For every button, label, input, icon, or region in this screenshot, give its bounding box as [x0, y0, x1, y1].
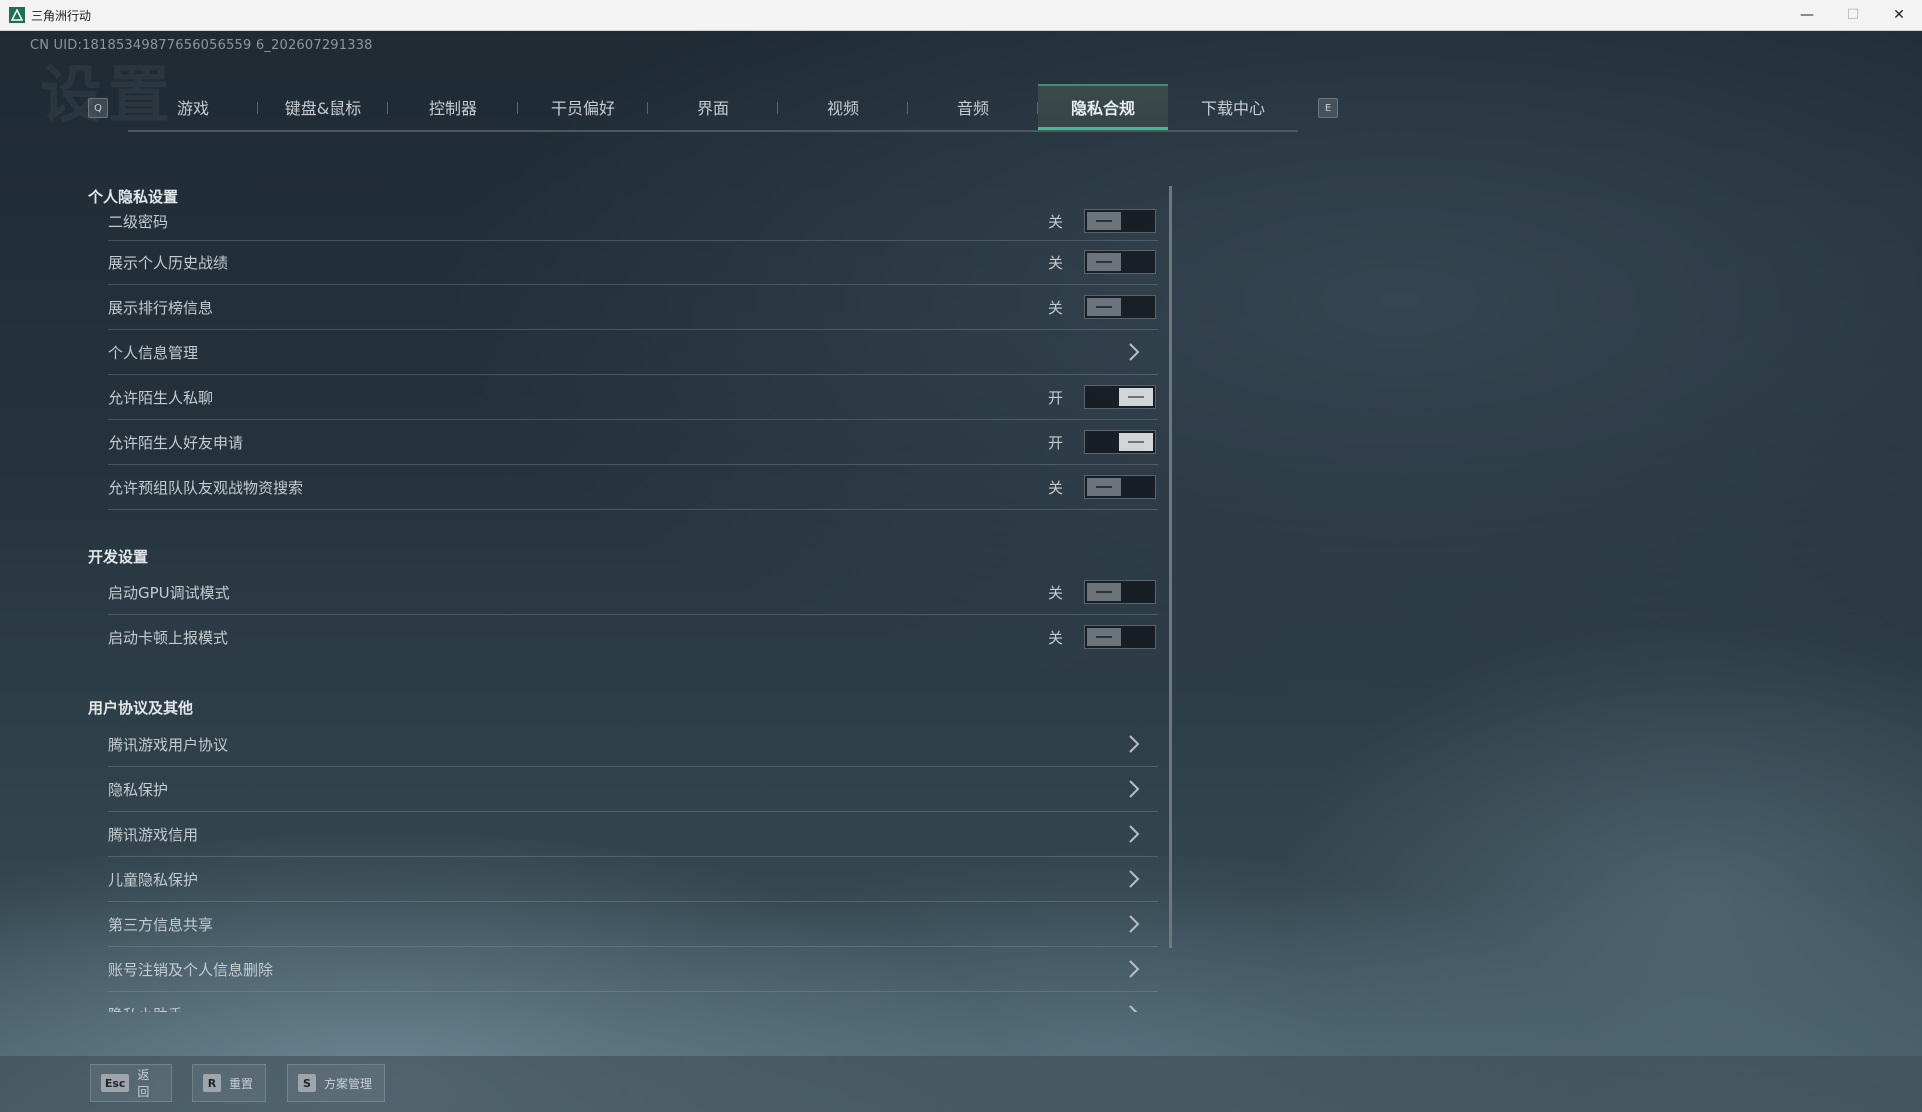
toggle-knob [1119, 433, 1153, 451]
tab-operator-preferences[interactable]: 干员偏好 [518, 84, 648, 130]
setting-row-allow-stranger-friend-request[interactable]: 允许陌生人好友申请 开 [108, 420, 1158, 465]
toggle-state-text: 关 [1047, 478, 1063, 497]
toggle-switch[interactable] [1084, 250, 1156, 274]
setting-row-show-leaderboard[interactable]: 展示排行榜信息 关 [108, 285, 1158, 330]
tab-privacy-compliance[interactable]: 隐私合规 [1038, 84, 1168, 130]
setting-row-gpu-debug-mode[interactable]: 启动GPU调试模式 关 [108, 570, 1158, 615]
setting-row-stutter-report-mode[interactable]: 启动卡顿上报模式 关 [108, 615, 1158, 659]
close-button[interactable]: ✕ [1876, 0, 1922, 30]
s-key-icon: S [298, 1074, 316, 1092]
toggle-switch[interactable] [1084, 625, 1156, 649]
toggle-state-text: 开 [1047, 388, 1063, 407]
setting-row-allow-squad-spectate-search[interactable]: 允许预组队队友观战物资搜索 关 [108, 465, 1158, 510]
preset-management-label: 方案管理 [324, 1076, 373, 1091]
bottom-action-bar: Esc 返回 R 重置 S 方案管理 [0, 1056, 1922, 1112]
toggle-knob [1119, 388, 1153, 406]
window-titlebar: 三角洲行动 — ☐ ✕ [0, 0, 1922, 31]
row-label: 展示个人历史战绩 [108, 253, 229, 272]
toggle-knob [1087, 478, 1121, 496]
row-label: 腾讯游戏用户协议 [108, 735, 229, 754]
row-label: 个人信息管理 [108, 343, 199, 362]
row-label: 允许陌生人好友申请 [108, 433, 244, 452]
toggle-state-text: 关 [1047, 212, 1063, 231]
toggle-state-text: 开 [1047, 433, 1063, 452]
panel-scrollbar[interactable] [1169, 186, 1172, 948]
uid-label: CN UID:18185349877656056559 6_2026072913… [30, 38, 373, 53]
tab-interface[interactable]: 界面 [648, 84, 778, 130]
toggle-switch[interactable] [1084, 385, 1156, 409]
chevron-right-icon [1126, 778, 1142, 800]
chevron-right-icon [1126, 733, 1142, 755]
toggle-knob [1087, 583, 1121, 601]
row-label: 启动卡顿上报模式 [108, 628, 229, 647]
reset-button[interactable]: R 重置 [192, 1064, 266, 1102]
chevron-right-icon [1126, 1003, 1142, 1012]
toggle-switch[interactable] [1084, 209, 1156, 233]
maximize-button[interactable]: ☐ [1830, 0, 1876, 30]
toggle-state-text: 关 [1047, 628, 1063, 647]
tab-video[interactable]: 视频 [778, 84, 908, 130]
row-label: 隐私小助手 [108, 1004, 183, 1013]
toggle-state-text: 关 [1047, 298, 1063, 317]
setting-row-allow-stranger-chat[interactable]: 允许陌生人私聊 开 [108, 375, 1158, 420]
window-title: 三角洲行动 [31, 8, 92, 23]
toggle-switch[interactable] [1084, 580, 1156, 604]
link-row-privacy-assistant[interactable]: 隐私小助手 [108, 992, 1158, 1012]
row-label: 二级密码 [108, 212, 169, 231]
prev-tab-key-hint[interactable]: Q [88, 98, 108, 118]
toggle-state-text: 关 [1047, 583, 1063, 602]
app-logo-icon [9, 7, 25, 23]
row-label: 儿童隐私保护 [108, 870, 199, 889]
tab-controller[interactable]: 控制器 [388, 84, 518, 130]
link-row-third-party-sharing[interactable]: 第三方信息共享 [108, 902, 1158, 947]
link-row-account-deletion[interactable]: 账号注销及个人信息删除 [108, 947, 1158, 992]
row-label: 账号注销及个人信息删除 [108, 960, 274, 979]
reset-label: 重置 [229, 1076, 254, 1091]
privacy-settings-panel: 个人隐私设置 二级密码 关 展示个人历史战绩 关 展示排行榜信息 关 个人信息管… [88, 182, 1160, 1012]
toggle-switch[interactable] [1084, 475, 1156, 499]
toggle-switch[interactable] [1084, 295, 1156, 319]
tab-audio[interactable]: 音频 [908, 84, 1038, 130]
back-label: 返回 [137, 1068, 150, 1099]
setting-row-secondary-password[interactable]: 二级密码 关 [108, 202, 1158, 241]
row-label: 展示排行榜信息 [108, 298, 214, 317]
settings-tabbar: Q 游戏 键盘&鼠标 控制器 干员偏好 界面 视频 音频 隐私合规 下载中心 E [82, 84, 1342, 132]
row-label: 腾讯游戏信用 [108, 825, 199, 844]
chevron-right-icon [1126, 958, 1142, 980]
tab-download-center[interactable]: 下载中心 [1168, 84, 1298, 130]
toggle-knob [1087, 253, 1121, 271]
row-label: 隐私保护 [108, 780, 169, 799]
chevron-right-icon [1126, 868, 1142, 890]
tab-list: 游戏 键盘&鼠标 控制器 干员偏好 界面 视频 音频 隐私合规 下载中心 [128, 84, 1298, 132]
toggle-knob [1087, 298, 1121, 316]
tab-game[interactable]: 游戏 [128, 84, 258, 130]
preset-management-button[interactable]: S 方案管理 [287, 1064, 385, 1102]
next-tab-key-hint[interactable]: E [1318, 98, 1338, 118]
link-row-user-agreement[interactable]: 腾讯游戏用户协议 [108, 722, 1158, 767]
row-label: 允许陌生人私聊 [108, 388, 214, 407]
link-row-privacy-protection[interactable]: 隐私保护 [108, 767, 1158, 812]
minimize-button[interactable]: — [1784, 0, 1830, 30]
toggle-switch[interactable] [1084, 430, 1156, 454]
section-title-dev-settings: 开发设置 [88, 548, 149, 566]
row-label: 第三方信息共享 [108, 915, 214, 934]
chevron-right-icon [1126, 823, 1142, 845]
toggle-knob [1087, 212, 1121, 230]
toggle-knob [1087, 628, 1121, 646]
chevron-right-icon [1126, 341, 1142, 363]
esc-key-icon: Esc [101, 1074, 130, 1092]
link-row-game-credit[interactable]: 腾讯游戏信用 [108, 812, 1158, 857]
tab-keyboard-mouse[interactable]: 键盘&鼠标 [258, 84, 388, 130]
toggle-state-text: 关 [1047, 253, 1063, 272]
setting-row-show-history[interactable]: 展示个人历史战绩 关 [108, 240, 1158, 285]
link-row-child-privacy[interactable]: 儿童隐私保护 [108, 857, 1158, 902]
back-button[interactable]: Esc 返回 [90, 1064, 172, 1102]
row-label: 启动GPU调试模式 [108, 583, 230, 602]
row-label: 允许预组队队友观战物资搜索 [108, 478, 304, 497]
section-title-agreements: 用户协议及其他 [88, 699, 194, 717]
setting-row-personal-info-management[interactable]: 个人信息管理 [108, 330, 1158, 375]
chevron-right-icon [1126, 913, 1142, 935]
r-key-icon: R [203, 1074, 221, 1092]
